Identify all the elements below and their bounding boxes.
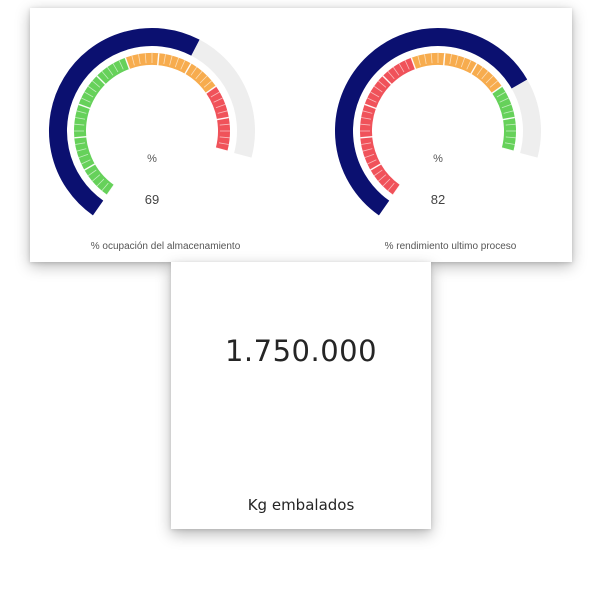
gauge-unit: % [433, 153, 443, 165]
gauge-value: 82 [430, 192, 446, 207]
gauge-unit: % [147, 153, 157, 165]
gauge-value: 69 [144, 192, 160, 207]
gauge-storage-occupancy[interactable]: % 69 % ocupación del almacenamiento [30, 8, 301, 262]
dashboard: % 69 % ocupación del almacenamiento % 82… [0, 0, 600, 600]
gauge-label: % rendimiento ultimo proceso [384, 241, 517, 252]
gauge-process-yield[interactable]: % 82 % rendimiento ultimo proceso [301, 8, 572, 262]
kpi-card[interactable]: 1.750.000 Kg embalados [171, 262, 431, 529]
kpi-value: 1.750.000 [224, 334, 378, 368]
gauges-card: % 69 % ocupación del almacenamiento % 82… [30, 8, 572, 262]
gauge-label: % ocupación del almacenamiento [90, 241, 241, 252]
kpi-label: Kg embalados [247, 496, 355, 514]
